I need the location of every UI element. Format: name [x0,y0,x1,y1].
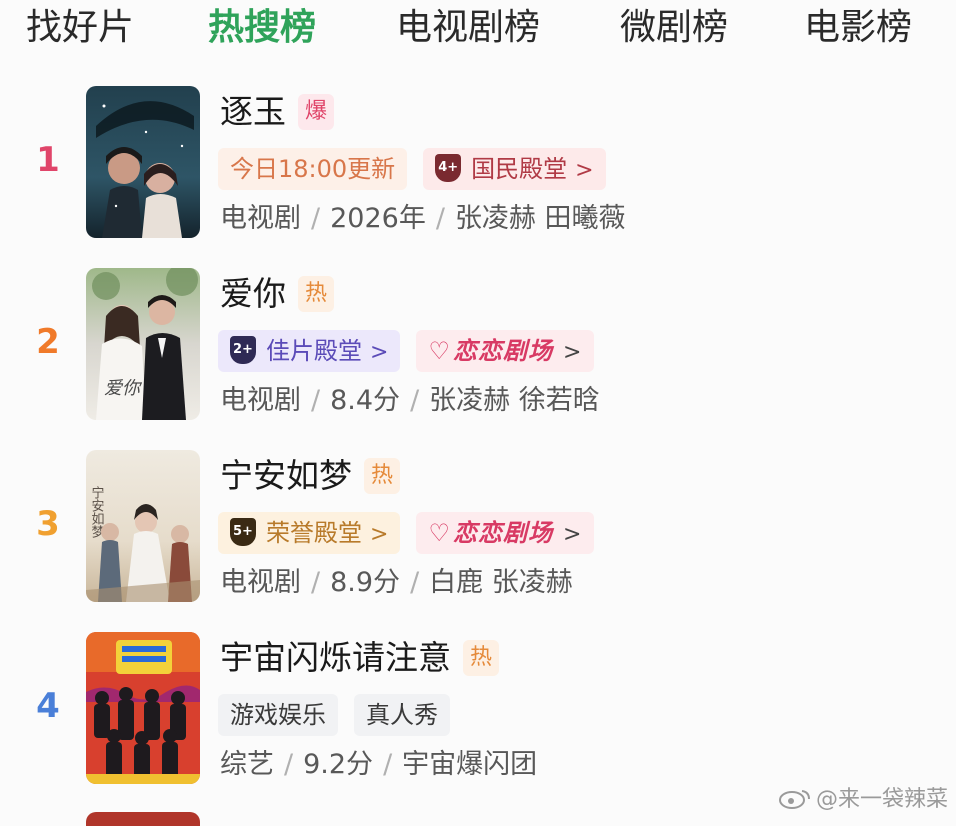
separator: / [435,203,445,234]
hall-emblem-icon: 2+ [230,336,256,364]
weibo-icon [778,790,810,809]
chevron-right-icon: > [370,522,389,547]
ranking-item-4[interactable]: 4 宇宙闪烁请注意热 游戏娱乐 真人秀 综艺/9.2分 / 宇宙爆闪团 [0,632,956,802]
meta-line: 综艺 / 9.2分 / 宇宙爆闪团 [220,746,537,784]
lianlian-label: 恋恋剧场 [452,519,553,547]
show-title[interactable]: 逐玉 [220,90,286,134]
hall-label: 佳片殿堂 [266,337,362,365]
tab-movie-ranking[interactable]: 电影榜 [804,6,912,50]
tag-row: 游戏娱乐 真人秀 [218,694,466,738]
chevron-right-icon: > [562,522,583,547]
tab-hot-search-ranking[interactable]: 热搜榜 [208,6,316,50]
poster-image[interactable] [86,632,200,784]
poster-title-text: 爱你 [104,378,143,399]
title-line: 宇宙闪烁请注意热 [220,636,499,682]
separator: / [383,749,393,780]
separator: / [311,203,321,234]
tab-tv-drama-ranking[interactable]: 电视剧榜 [396,6,540,50]
rank-number: 1 [36,140,60,180]
show-cast: 白鹿 张凌赫 [429,567,573,598]
poster-image[interactable] [86,86,200,238]
title-line: 爱你热 [220,272,334,318]
show-type: 综艺 [220,749,274,780]
separator: / [311,385,321,416]
title-line: 逐玉爆 [220,90,334,136]
update-time-tag: 今日18:00更新 [218,148,408,190]
title-line: 宁安如梦热 [220,454,400,500]
poster-image[interactable]: 宁安如梦 [86,450,200,602]
separator: / [284,749,294,780]
show-title[interactable]: 宇宙闪烁请注意 [220,636,451,680]
show-title[interactable]: 宁安如梦 [220,454,352,498]
lianlian-theater-tag[interactable]: ♡恋恋剧场 > [416,512,595,554]
separator: / [311,567,321,598]
show-title[interactable]: 爱你 [220,272,286,316]
hot-badge: 热 [463,640,499,676]
hall-label: 国民殿堂 [471,155,568,183]
quality-film-hall-tag[interactable]: 2+ 佳片殿堂 > [218,330,401,372]
heart-icon: ♡ [428,337,451,365]
chevron-right-icon: > [575,158,594,183]
heart-icon: ♡ [428,519,451,547]
rank-number: 4 [36,686,60,726]
ranking-item-2[interactable]: 2 爱你 爱你热 2+ 佳片殿堂 > ♡恋恋剧场 > 电视剧 / 8.4分 / … [0,268,956,438]
top-tab-bar: 找好片 热搜榜 电视剧榜 微剧榜 电影榜 [0,0,956,62]
explosive-hot-badge: 爆 [298,94,334,130]
rank-number: 2 [36,322,60,362]
show-cast: 宇宙爆闪团 [402,749,538,780]
hot-badge: 热 [298,276,334,312]
tag-row: 2+ 佳片殿堂 > ♡恋恋剧场 > [218,330,610,374]
rank-number: 3 [36,504,60,544]
genre-tag[interactable]: 游戏娱乐 [218,694,338,736]
meta-line: 电视剧 / 2026年 / 张凌赫 田曦薇 [220,200,626,238]
show-cast: 张凌赫 田曦薇 [454,203,626,234]
genre-tag[interactable]: 真人秀 [354,694,450,736]
chevron-right-icon: > [562,340,583,365]
chevron-right-icon: > [370,340,389,365]
national-hall-tag[interactable]: 4+ 国民殿堂 > [423,148,606,190]
ranking-item-1[interactable]: 1 逐玉爆 今日18:00更新 4+ 国民殿堂 > 电视剧 / 2026年 / … [0,86,956,256]
lianlian-label: 恋恋剧场 [452,337,553,365]
watermark: @来一袋辣菜 [778,786,948,814]
show-score: 8.9分 [330,567,401,598]
show-cast: 张凌赫 徐若晗 [429,385,600,416]
show-type: 电视剧 [220,385,301,416]
hall-emblem-icon: 4+ [435,154,462,182]
show-type: 电视剧 [220,567,301,598]
ranking-item-3[interactable]: 3 宁安如梦 宁安如梦热 5+ 荣誉殿堂 > ♡恋恋剧场 > 电视剧 / 8.9… [0,450,956,620]
show-year: 2026年 [330,203,426,234]
show-type: 电视剧 [220,203,301,234]
lianlian-theater-tag[interactable]: ♡恋恋剧场 > [416,330,595,372]
show-score: 8.4分 [330,385,401,416]
tab-micro-drama-ranking[interactable]: 微剧榜 [620,6,728,50]
tag-row: 今日18:00更新 4+ 国民殿堂 > [218,148,622,192]
separator: / [410,385,420,416]
separator: / [410,567,420,598]
show-score: 9.2分 [303,749,374,780]
hot-badge: 热 [364,458,400,494]
poster-image[interactable]: 爱你 [86,268,200,420]
hall-label: 荣誉殿堂 [266,519,362,547]
watermark-text: @来一袋辣菜 [815,787,948,812]
hall-emblem-icon: 5+ [230,518,256,546]
honor-hall-tag[interactable]: 5+ 荣誉殿堂 > [218,512,401,554]
meta-line: 电视剧 / 8.4分 / 张凌赫 徐若晗 [220,382,600,420]
meta-line: 电视剧 / 8.9分 / 白鹿 张凌赫 [220,564,573,602]
tab-find-good-films[interactable]: 找好片 [26,6,134,50]
tag-row: 5+ 荣誉殿堂 > ♡恋恋剧场 > [218,512,610,556]
